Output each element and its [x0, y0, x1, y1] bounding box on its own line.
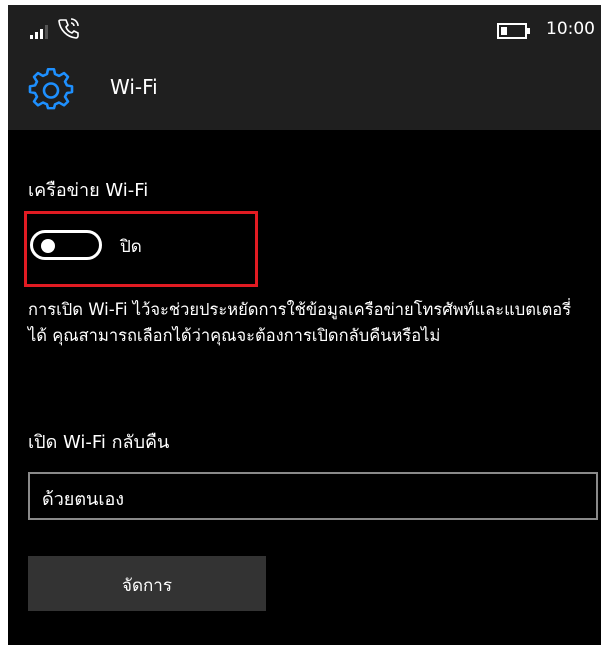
- page-title: Wi-Fi: [110, 75, 158, 99]
- manage-button[interactable]: จัดการ: [28, 556, 266, 611]
- signal-bars-icon: [30, 25, 52, 39]
- wifi-calling-icon: [58, 18, 79, 39]
- reenable-wifi-label: เปิด Wi-Fi กลับคืน: [28, 432, 170, 453]
- wifi-description: การเปิด Wi-Fi ไว้จะช่วยประหยัดการใช้ข้อม…: [28, 300, 572, 345]
- wifi-network-label: เครือข่าย Wi-Fi: [28, 180, 149, 201]
- phone-screen: 10:00 Wi-Fi เครือข่าย Wi-Fi ปิด การเปิด …: [8, 5, 601, 645]
- toggle-knob: [41, 239, 55, 253]
- wifi-toggle[interactable]: [30, 230, 102, 260]
- wifi-toggle-state: ปิด: [120, 237, 142, 257]
- reenable-wifi-select[interactable]: ด้วยตนเอง: [28, 472, 598, 520]
- gear-icon: [28, 68, 74, 110]
- settings-header: Wi-Fi: [8, 55, 601, 130]
- status-bar: 10:00: [8, 5, 601, 55]
- manage-button-label: จัดการ: [122, 576, 172, 596]
- battery-icon: [497, 23, 530, 39]
- status-clock: 10:00: [546, 19, 595, 39]
- reenable-wifi-selected-value: ด้วยตนเอง: [42, 489, 125, 510]
